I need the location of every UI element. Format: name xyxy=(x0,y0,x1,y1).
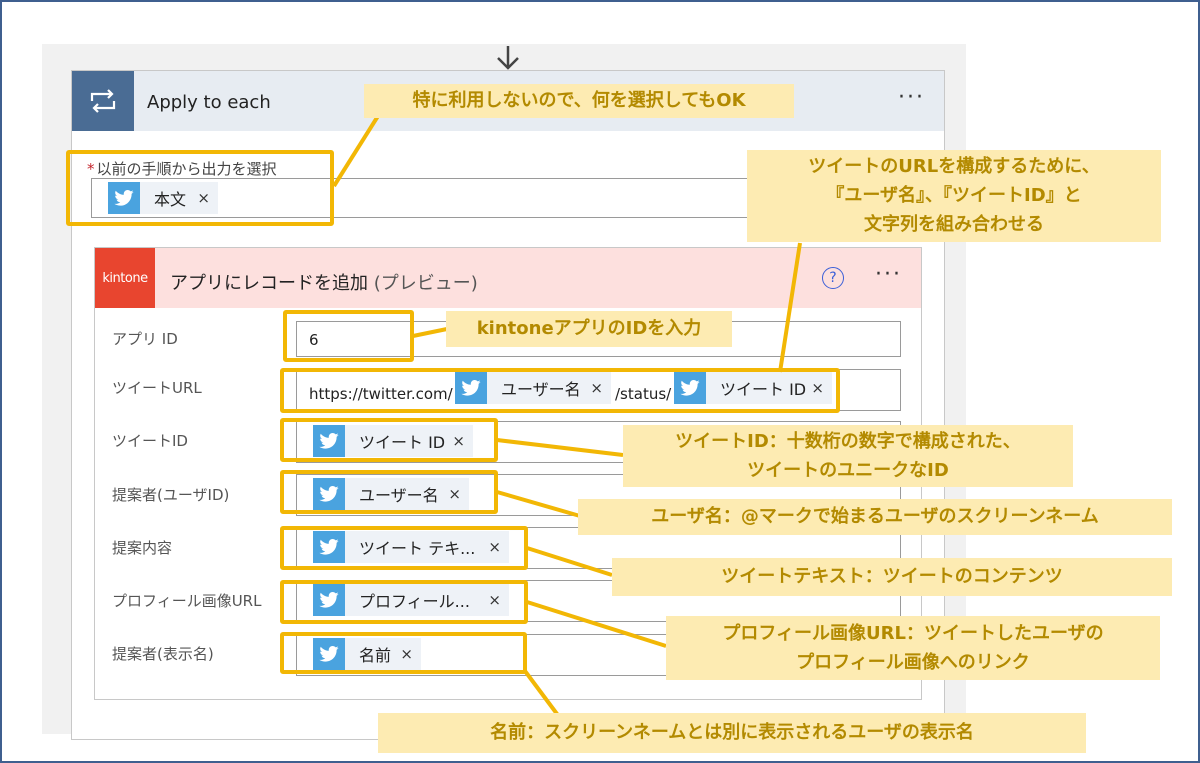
highlight-profile-image xyxy=(280,580,528,624)
connector-tweet-text xyxy=(526,546,613,577)
highlight-tweet-id xyxy=(280,418,498,462)
note-app-id: kintoneアプリのIDを入力 xyxy=(446,311,732,347)
note-profile-image: プロフィール画像URL：ツイートしたユーザの プロフィール画像へのリンク xyxy=(666,616,1160,680)
note-tweet-text: ツイートテキスト：ツイートのコンテンツ xyxy=(612,558,1172,596)
highlight-app-id xyxy=(283,310,414,362)
connector-user-name xyxy=(496,490,581,518)
note-tweet-url-line-3: 文字列を組み合わせる xyxy=(864,214,1044,235)
note-tweet-id-line-1: ツイートID：十数桁の数字で構成された、 xyxy=(675,431,1021,452)
note-display-name: 名前：スクリーンネームとは別に表示されるユーザの表示名 xyxy=(378,713,1086,753)
connector-display-name xyxy=(523,669,562,720)
highlight-loop-output xyxy=(66,150,334,226)
note-profile-image-line-1: プロフィール画像URL：ツイートしたユーザの xyxy=(722,623,1104,644)
connector-tweet-id xyxy=(496,438,624,457)
connector-profile-image xyxy=(526,600,667,648)
note-loop-output: 特に利用しないので、何を選択してもOK xyxy=(364,84,794,118)
note-tweet-url-line-2: 『ユーザ名』、『ツイートID』と xyxy=(826,185,1082,206)
highlight-tweet-url xyxy=(280,368,840,413)
note-tweet-id: ツイートID：十数桁の数字で構成された、 ツイートのユニークなID xyxy=(623,425,1073,487)
connector-tweet-url xyxy=(778,242,802,373)
note-tweet-url-line-1: ツイートのURLを構成するために、 xyxy=(808,156,1100,177)
note-tweet-url: ツイートのURLを構成するために、 『ユーザ名』、『ツイートID』と 文字列を組… xyxy=(747,150,1161,242)
connector-loop-output xyxy=(332,114,380,188)
note-profile-image-line-2: プロフィール画像へのリンク xyxy=(796,652,1030,673)
note-tweet-id-line-2: ツイートのユニークなID xyxy=(747,460,949,481)
highlight-user-name xyxy=(280,470,498,514)
connector-app-id xyxy=(412,327,448,338)
note-user-name: ユーザ名：@マークで始まるユーザのスクリーンネーム xyxy=(578,499,1172,535)
highlight-tweet-text xyxy=(280,526,528,570)
highlight-display-name xyxy=(280,632,527,674)
